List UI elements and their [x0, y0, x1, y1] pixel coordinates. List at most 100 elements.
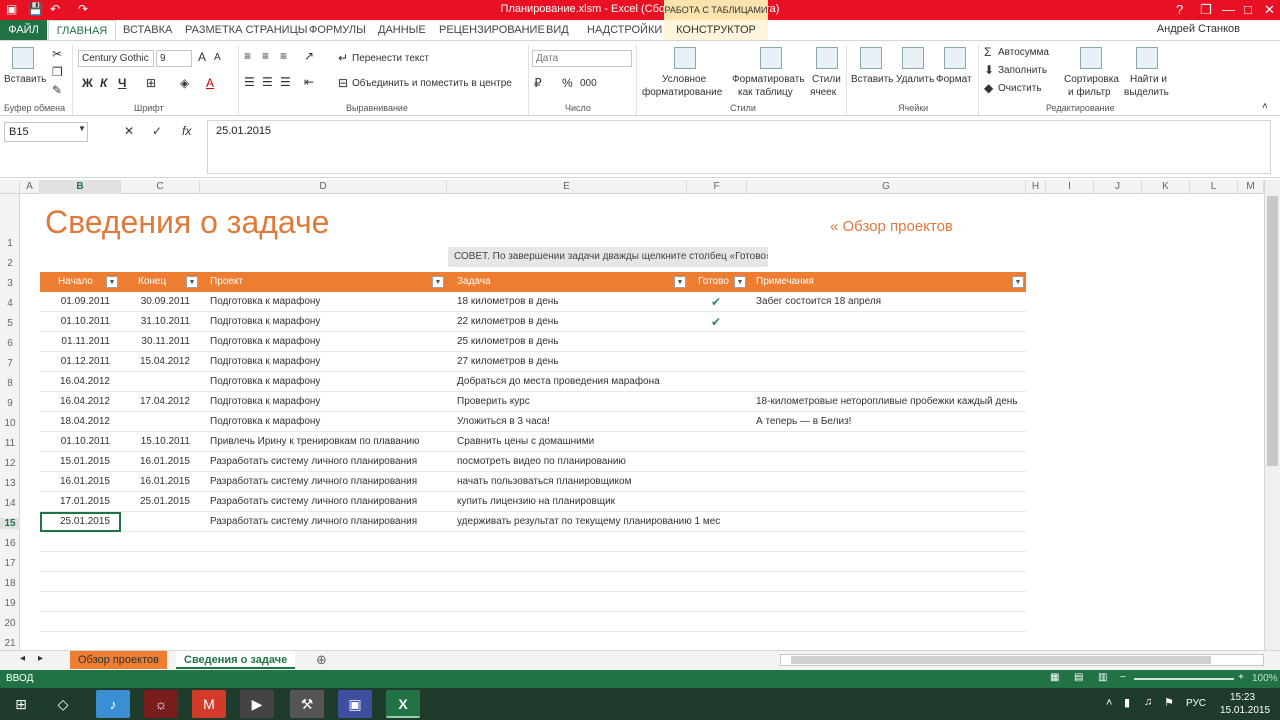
filter-button-start[interactable]: ▼ [106, 276, 118, 288]
format-cells-icon[interactable] [944, 47, 966, 69]
cell-task[interactable]: Добраться до места проведения марафона [457, 372, 757, 392]
cell-notes[interactable] [756, 432, 1056, 452]
fill-icon[interactable]: ⬇ [984, 63, 994, 77]
cut-icon[interactable]: ✂ [52, 47, 62, 61]
autosum-icon[interactable]: Σ [984, 45, 991, 59]
cell-start[interactable]: 01.10.2011 [40, 432, 110, 452]
row-header[interactable]: 14 [0, 498, 20, 509]
delete-cells-button[interactable]: Удалить [896, 74, 934, 85]
column-header[interactable]: A [20, 180, 40, 194]
number-format-select[interactable]: Дата [532, 50, 632, 67]
row-header[interactable]: 18 [0, 578, 20, 589]
row-header[interactable]: 1 [0, 238, 20, 249]
table-row[interactable]: 16.04.2012 17.04.2012 Подготовка к марафон… [40, 392, 1026, 412]
horizontal-scroll-thumb[interactable] [791, 656, 1211, 664]
tab-data[interactable]: ДАННЫЕ [378, 20, 426, 40]
row-header[interactable]: 3 [0, 278, 20, 289]
worksheet-grid[interactable]: Сведения о задаче « Обзор проектов СОВЕТ… [20, 194, 1264, 650]
cell-task[interactable]: Проверить курс [457, 392, 757, 412]
zoom-level[interactable]: 100% [1252, 673, 1278, 684]
cell-end[interactable] [120, 512, 190, 532]
cell-task[interactable]: начать пользоваться планировщиком [457, 472, 757, 492]
video-editor-icon[interactable]: ▶ [240, 690, 274, 718]
music-app-icon[interactable]: ♪ [96, 690, 130, 718]
column-header[interactable]: D [200, 180, 447, 194]
table-row[interactable]: 01.11.2011 30.11.2011 Подготовка к марафон… [40, 332, 1026, 352]
cell-end[interactable]: 25.01.2015 [120, 492, 190, 512]
font-size-select[interactable]: 9 [156, 50, 192, 67]
cell-start[interactable]: 15.01.2015 [40, 452, 110, 472]
table-row[interactable]: 01.09.2011 30.09.2011 Подготовка к марафон… [40, 292, 1026, 312]
indent-icon[interactable]: ⇤ [304, 75, 314, 89]
app-switch-icon[interactable]: ◇ [46, 690, 80, 718]
vertical-scrollbar[interactable] [1264, 180, 1280, 650]
column-header[interactable]: H [1026, 180, 1046, 194]
cell-notes[interactable]: А теперь — в Белиз! [756, 412, 1056, 432]
row-header[interactable]: 21 [0, 638, 20, 649]
cell-styles-label[interactable]: Стили [812, 74, 841, 85]
cell-start[interactable]: 01.11.2011 [40, 332, 110, 352]
tab-page-layout[interactable]: РАЗМЕТКА СТРАНИЦЫ [185, 20, 307, 40]
row-header[interactable]: 10 [0, 418, 20, 429]
ribbon-display-button[interactable]: ❐ [1200, 2, 1212, 18]
currency-icon[interactable]: ₽ [534, 76, 542, 90]
cell-task[interactable]: удерживать результат по текущему планиро… [457, 512, 757, 532]
row-header[interactable]: 12 [0, 458, 20, 469]
percent-button[interactable]: % [562, 76, 573, 90]
row-header[interactable]: 19 [0, 598, 20, 609]
filter-button-notes[interactable]: ▼ [1012, 276, 1024, 288]
m-app-icon[interactable]: M [192, 690, 226, 718]
column-header[interactable]: K [1142, 180, 1190, 194]
wrap-text-button[interactable]: Перенести текст [352, 53, 429, 64]
cell-task[interactable]: посмотреть видео по планированию [457, 452, 757, 472]
cell-project[interactable]: Подготовка к марафону [210, 312, 450, 332]
cell-end[interactable]: 30.11.2011 [120, 332, 190, 352]
network-icon[interactable]: ▮ [1124, 696, 1130, 709]
tab-insert[interactable]: ВСТАВКА [123, 20, 172, 40]
zoom-slider[interactable] [1134, 678, 1234, 680]
projects-overview-link[interactable]: « Обзор проектов [830, 218, 953, 235]
cancel-edit-button[interactable]: ✕ [124, 124, 134, 138]
thousands-button[interactable]: 000 [580, 78, 597, 89]
prev-sheet-button[interactable]: ◂ [20, 653, 25, 664]
cell-start[interactable]: 18.04.2012 [40, 412, 110, 432]
fill-button[interactable]: Заполнить [998, 65, 1047, 76]
cell-project[interactable]: Привлечь Ирину к тренировкам по плаванию [210, 432, 450, 452]
filter-button-task[interactable]: ▼ [674, 276, 686, 288]
cell-project[interactable]: Разработать систему личного планирования [210, 512, 450, 532]
page-layout-view-icon[interactable]: ▤ [1074, 672, 1083, 683]
table-row[interactable]: 25.01.2015 Разработать систему личного пл… [40, 512, 1026, 532]
cell-end[interactable]: 16.01.2015 [120, 472, 190, 492]
game-app-icon[interactable]: ☼ [144, 690, 178, 718]
cell-notes[interactable] [756, 332, 1056, 352]
font-name-select[interactable]: Century Gothic [78, 50, 154, 67]
minimize-button[interactable]: — [1222, 2, 1235, 17]
column-header[interactable]: G [747, 180, 1026, 194]
cell-styles-icon[interactable] [816, 47, 838, 69]
format-painter-icon[interactable]: ✎ [52, 83, 62, 97]
row-header[interactable]: 20 [0, 618, 20, 629]
cell-notes[interactable]: Забег состоится 18 апреля [756, 292, 1056, 312]
tab-review[interactable]: РЕЦЕНЗИРОВАНИЕ [439, 20, 545, 40]
zoom-out-button[interactable]: − [1120, 672, 1126, 683]
cell-start[interactable]: 16.04.2012 [40, 372, 110, 392]
cell-start[interactable]: 01.10.2011 [40, 312, 110, 332]
table-row[interactable]: 01.10.2011 15.10.2011 Привлечь Ирину к тре… [40, 432, 1026, 452]
cell-project[interactable]: Подготовка к марафону [210, 352, 450, 372]
flag-icon[interactable]: ⚑ [1164, 696, 1174, 709]
filter-button-project[interactable]: ▼ [432, 276, 444, 288]
increase-font-icon[interactable]: A [198, 50, 206, 64]
table-row[interactable]: 15.01.2015 16.01.2015 Разработать систему … [40, 452, 1026, 472]
paste-icon[interactable] [12, 47, 34, 69]
cell-start[interactable]: 01.12.2011 [40, 352, 110, 372]
align-left-icon[interactable]: ☰ [244, 75, 255, 89]
cell-task[interactable]: купить лицензию на планировщик [457, 492, 757, 512]
wrap-text-icon[interactable]: ↵ [338, 51, 348, 65]
tray-up-icon[interactable]: ˄ [1106, 697, 1112, 709]
clear-icon[interactable]: ◆ [984, 81, 993, 95]
close-button[interactable]: ✕ [1264, 2, 1275, 18]
decrease-font-icon[interactable]: A [214, 52, 221, 63]
merge-icon[interactable]: ⊟ [338, 76, 348, 90]
align-bottom-icon[interactable]: ≡ [280, 49, 287, 63]
align-center-icon[interactable]: ☰ [262, 75, 273, 89]
